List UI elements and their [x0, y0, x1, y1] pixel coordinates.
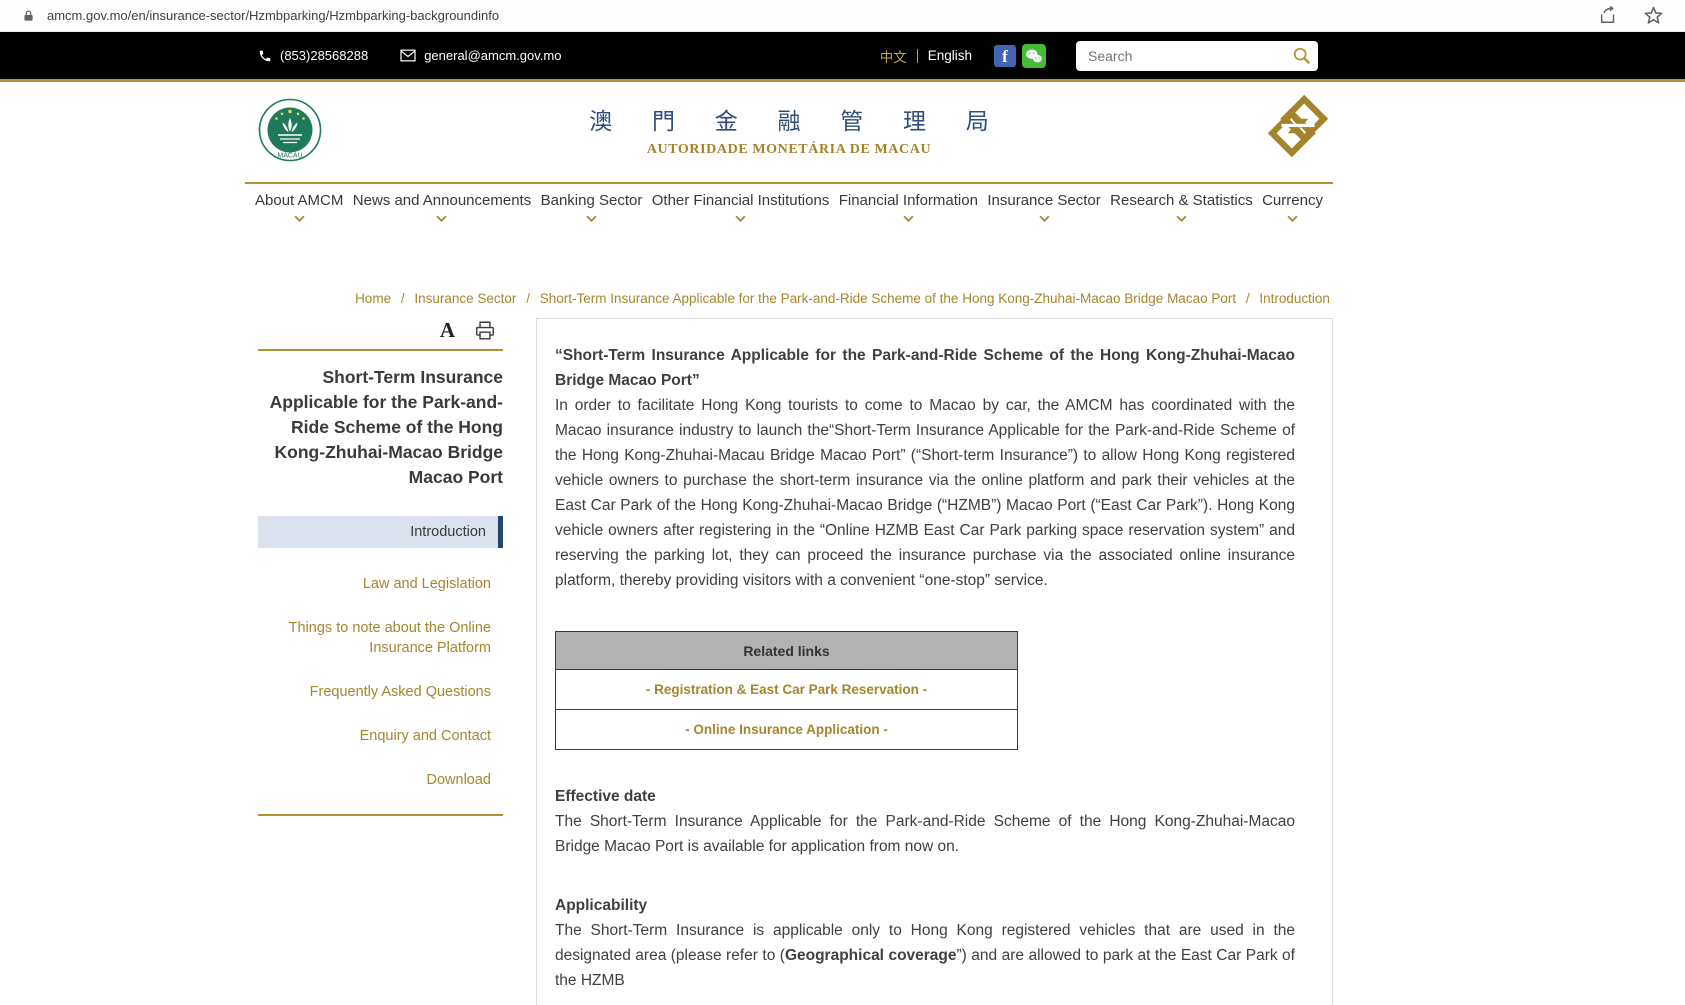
- breadcrumb-current-page: Introduction: [1259, 291, 1330, 306]
- chevron-down-icon: [1039, 215, 1050, 222]
- site-title: 澳 門 金 融 管 理 局 AUTORIDADE MONETÁRIA DE MA…: [589, 102, 989, 158]
- breadcrumb-separator: /: [401, 291, 405, 306]
- site-header: MACAU 澳 門 金 融 管 理 局 AUTORIDADE MONETÁRIA…: [0, 82, 1685, 182]
- breadcrumb-scheme-page[interactable]: Short-Term Insurance Applicable for the …: [540, 291, 1236, 306]
- chevron-down-icon: [436, 215, 447, 222]
- chevron-down-icon: [294, 215, 305, 222]
- phone-icon: [258, 49, 272, 63]
- nav-item-research-statistics[interactable]: Research & Statistics: [1110, 192, 1253, 227]
- nav-label: Insurance Sector: [987, 192, 1100, 209]
- nav-label: About AMCM: [255, 192, 343, 209]
- font-size-button[interactable]: A: [440, 320, 455, 341]
- breadcrumb-separator: /: [526, 291, 530, 306]
- effective-date-text: The Short-Term Insurance Applicable for …: [555, 809, 1295, 859]
- nav-item-about-amcm[interactable]: About AMCM: [255, 192, 343, 227]
- nav-label: Financial Information: [839, 192, 978, 209]
- topbar: (853)28568288 general@amcm.gov.mo 中文 Eng…: [0, 32, 1685, 82]
- intro-paragraph: In order to facilitate Hong Kong tourist…: [555, 393, 1295, 593]
- email-icon: [400, 49, 416, 62]
- registration-reservation-link[interactable]: - Registration & East Car Park Reservati…: [646, 682, 927, 697]
- phone-number: (853)28568288: [280, 48, 368, 63]
- breadcrumb-insurance-sector[interactable]: Insurance Sector: [414, 291, 516, 306]
- lang-chinese-link[interactable]: 中文: [880, 46, 907, 66]
- macau-emblem-logo[interactable]: MACAU: [258, 98, 322, 167]
- lang-divider: [917, 49, 918, 63]
- chevron-down-icon: [1287, 215, 1298, 222]
- contact-group: (853)28568288 general@amcm.gov.mo: [245, 48, 561, 63]
- content-area: A Short-Term Insurance Applicable for th…: [245, 318, 1333, 1005]
- online-insurance-application-link[interactable]: - Online Insurance Application -: [685, 722, 888, 737]
- sidebar-item-things-to-note[interactable]: Things to note about the Online Insuranc…: [258, 618, 503, 658]
- nav-item-currency[interactable]: Currency: [1262, 192, 1323, 227]
- nav-item-other-financial-institutions[interactable]: Other Financial Institutions: [652, 192, 830, 227]
- nav-label: Research & Statistics: [1110, 192, 1253, 209]
- lock-icon: [22, 9, 35, 23]
- print-button[interactable]: [475, 321, 495, 340]
- url-text: amcm.gov.mo/en/insurance-sector/Hzmbpark…: [47, 8, 1598, 23]
- amcm-diamond-logo: [1267, 94, 1329, 163]
- sidebar-title: Short-Term Insurance Applicable for the …: [258, 365, 503, 490]
- site-title-chinese: 澳 門 金 融 管 理 局: [589, 102, 1006, 136]
- sidebar-menu: Introduction Law and Legislation Things …: [258, 516, 503, 790]
- sidebar-item-introduction[interactable]: Introduction: [258, 516, 503, 548]
- sidebar-item-enquiry-and-contact[interactable]: Enquiry and Contact: [258, 726, 503, 746]
- chevron-down-icon: [1176, 215, 1187, 222]
- bookmark-star-button[interactable]: [1644, 6, 1663, 25]
- breadcrumb: Home / Insurance Sector / Short-Term Ins…: [0, 291, 1685, 306]
- nav-label: Other Financial Institutions: [652, 192, 830, 209]
- nav-label: Banking Sector: [541, 192, 643, 209]
- sidebar-divider-bottom: [258, 814, 503, 816]
- search-icon[interactable]: [1292, 46, 1312, 71]
- chevron-down-icon: [586, 215, 597, 222]
- applicability-text: The Short-Term Insurance is applicable o…: [555, 918, 1295, 993]
- chevron-down-icon: [903, 215, 914, 222]
- related-links-table: Related links - Registration & East Car …: [555, 631, 1018, 750]
- content-heading: “Short-Term Insurance Applicable for the…: [555, 343, 1295, 393]
- main-content: “Short-Term Insurance Applicable for the…: [536, 318, 1333, 1005]
- search-box: [1076, 41, 1318, 71]
- email-address: general@amcm.gov.mo: [424, 48, 561, 63]
- search-input[interactable]: [1076, 41, 1318, 71]
- sidebar-item-faq[interactable]: Frequently Asked Questions: [258, 682, 503, 702]
- effective-date-heading: Effective date: [555, 784, 1295, 809]
- wechat-icon[interactable]: [1022, 44, 1046, 68]
- breadcrumb-separator: /: [1246, 291, 1250, 306]
- sidebar-divider-top: [258, 349, 503, 351]
- applicability-text-bold: Geographical coverage: [785, 947, 957, 964]
- sidebar: A Short-Term Insurance Applicable for th…: [258, 318, 503, 816]
- table-row: - Registration & East Car Park Reservati…: [556, 670, 1018, 710]
- browser-address-bar[interactable]: amcm.gov.mo/en/insurance-sector/Hzmbpark…: [0, 0, 1685, 32]
- phone-link[interactable]: (853)28568288: [258, 48, 368, 63]
- related-links-header: Related links: [556, 632, 1018, 670]
- breadcrumb-home[interactable]: Home: [355, 291, 391, 306]
- nav-label: News and Announcements: [353, 192, 531, 209]
- applicability-heading: Applicability: [555, 893, 1295, 918]
- nav-item-insurance-sector[interactable]: Insurance Sector: [987, 192, 1100, 227]
- nav-item-news-and-announcements[interactable]: News and Announcements: [353, 192, 531, 227]
- share-button[interactable]: [1598, 6, 1618, 25]
- nav-item-banking-sector[interactable]: Banking Sector: [541, 192, 643, 227]
- emblem-macau-text: MACAU: [277, 153, 302, 160]
- main-navigation: About AMCM News and Announcements Bankin…: [245, 182, 1333, 233]
- sidebar-item-download[interactable]: Download: [258, 770, 503, 790]
- nav-label: Currency: [1262, 192, 1323, 209]
- table-row: - Online Insurance Application -: [556, 710, 1018, 750]
- chevron-down-icon: [735, 215, 746, 222]
- email-link[interactable]: general@amcm.gov.mo: [400, 48, 561, 63]
- facebook-icon[interactable]: f: [994, 45, 1016, 67]
- nav-item-financial-information[interactable]: Financial Information: [839, 192, 978, 227]
- site-title-portuguese: AUTORIDADE MONETÁRIA DE MACAU: [589, 142, 989, 158]
- lang-english-link[interactable]: English: [928, 48, 972, 63]
- sidebar-item-law-and-legislation[interactable]: Law and Legislation: [258, 574, 503, 594]
